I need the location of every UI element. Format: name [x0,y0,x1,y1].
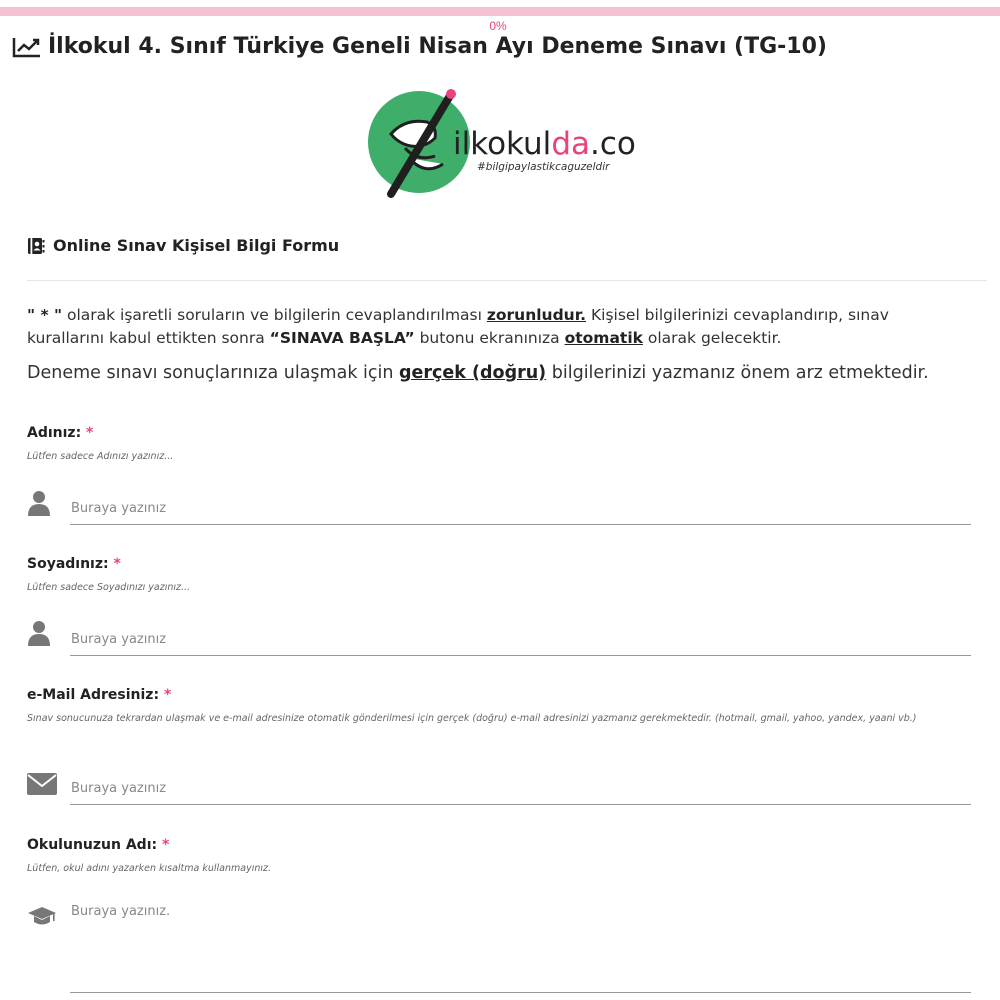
email-label: e-Mail Adresiniz: * [27,687,172,703]
user-icon [28,621,50,646]
page-title: İlkokul 4. Sınıf Türkiye Geneli Nisan Ay… [12,34,827,59]
required-asterisk: * [113,556,121,572]
logo-tagline: #bilgipaylastikcaguzeldir [477,161,610,173]
page-title-text: İlkokul 4. Sınıf Türkiye Geneli Nisan Ay… [48,34,827,59]
form-title-text: Online Sınav Kişisel Bilgi Formu [53,236,340,255]
last-name-hint: Lütfen sadece Soyadınızı yazınız... [27,582,191,593]
required-asterisk: * [163,687,172,703]
progress-bar [0,7,1000,16]
divider [27,280,987,281]
logo-brand-suffix: .com [590,126,635,162]
emphasis-real-info: gerçek (doğru) [399,363,547,383]
last-name-label: Soyadınız: * [27,556,121,572]
emphasis-required: zorunludur. [486,306,587,324]
graduation-cap-icon [28,907,56,925]
required-asterisk: * [161,837,170,853]
progress-percent: 0% [489,19,507,33]
progress-track [0,0,1000,18]
required-asterisk: * [86,425,94,441]
form-intro-2: Deneme sınavı sonuçlarınıza ulaşmak için… [27,363,929,383]
required-mark-note: " * " [27,306,63,324]
last-name-input[interactable] [70,623,971,656]
email-hint: Sınav sonucunuza tekrardan ulaşmak ve e-… [27,713,917,724]
school-name-label: Okulunuzun Adı: * [27,837,170,853]
school-name-input[interactable] [70,904,971,993]
form-intro: " * " olarak işaretli soruların ve bilgi… [27,306,889,347]
form-title: Online Sınav Kişisel Bilgi Formu [27,236,339,255]
first-name-label: Adınız: * [27,425,94,441]
logo-brand-accent: da [551,126,590,162]
emphasis-automatic: otomatik [564,329,643,347]
line-chart-icon [12,37,40,57]
address-book-icon [28,237,45,254]
first-name-hint: Lütfen sadece Adınızı yazınız... [27,451,174,462]
start-button-mention: “SINAVA BAŞLA” [269,329,415,347]
school-name-hint: Lütfen, okul adını yazarken kısaltma kul… [27,863,272,874]
email-input[interactable] [70,772,971,805]
logo-brand-prefix: ilkokul [453,126,551,162]
envelope-icon [27,773,57,795]
svg-text:ilkokulda.com: ilkokulda.com [453,126,635,162]
site-logo: ilkokulda.com #bilgipaylastikcaguzeldir [365,86,666,198]
user-icon [28,491,50,516]
first-name-input[interactable] [70,492,971,525]
